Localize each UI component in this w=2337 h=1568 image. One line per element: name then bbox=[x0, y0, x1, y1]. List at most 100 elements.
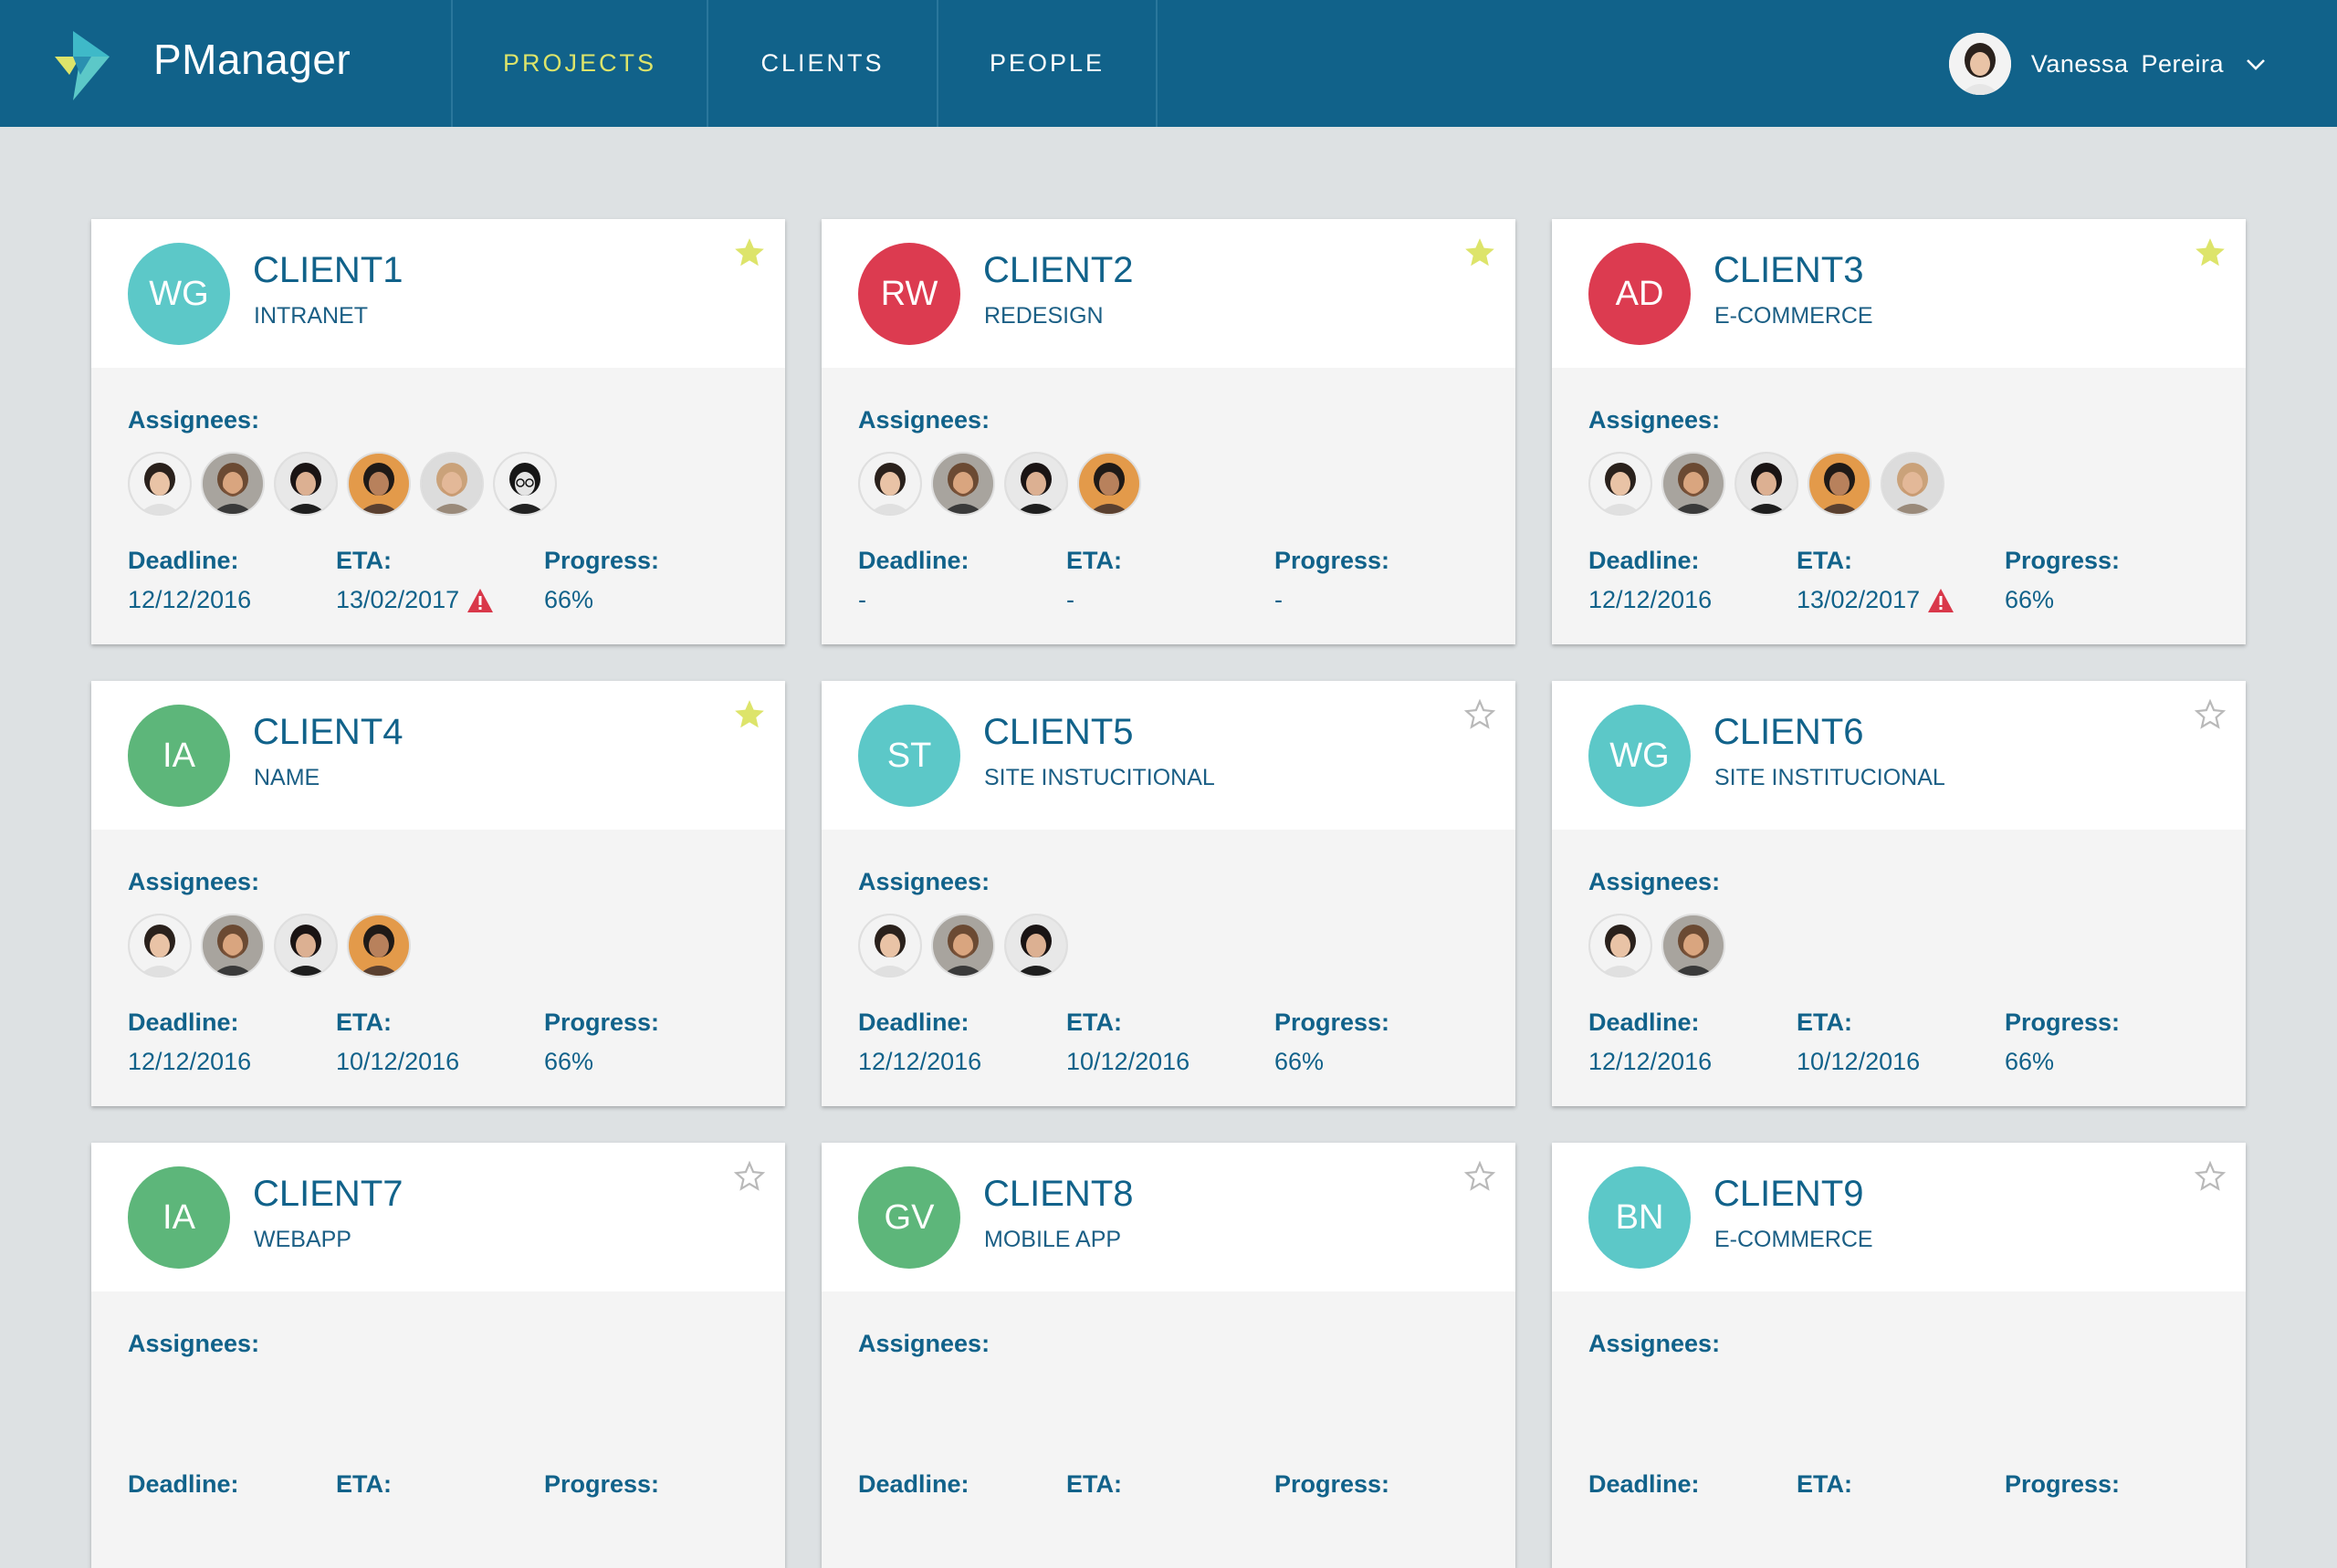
project-card[interactable]: IA CLIENT7 WEBAPP Assignees: Deadline: ETA: Pr… bbox=[91, 1143, 785, 1568]
progress-block: Progress: 66% bbox=[2005, 547, 2120, 614]
star-filled-icon[interactable] bbox=[732, 697, 767, 732]
progress-block: Progress: bbox=[1274, 1470, 1389, 1510]
assignee-avatar[interactable] bbox=[420, 452, 484, 516]
star-filled-icon[interactable] bbox=[2193, 235, 2227, 270]
project-card[interactable]: WG CLIENT6 SITE INSTITUCIONAL Assignees: Dea… bbox=[1552, 681, 2246, 1106]
project-card[interactable]: RW CLIENT2 REDESIGN Assignees: Deadline: - ETA… bbox=[822, 219, 1515, 644]
card-header: ST CLIENT5 SITE INSTUCITIONAL bbox=[822, 681, 1515, 830]
deadline-value: 12/12/2016 bbox=[858, 1048, 982, 1075]
star-outline-icon[interactable] bbox=[2193, 697, 2227, 732]
client-name[interactable]: CLIENT8 bbox=[983, 1174, 1134, 1215]
assignee-avatar[interactable] bbox=[1588, 452, 1652, 516]
client-avatar: IA bbox=[128, 705, 230, 807]
user-avatar[interactable] bbox=[1948, 33, 2011, 95]
assignee-avatar[interactable] bbox=[931, 914, 995, 977]
star-outline-icon[interactable] bbox=[1462, 697, 1497, 732]
eta-block: ETA: 13/02/2017 bbox=[1797, 547, 1954, 614]
progress-label: Progress: bbox=[544, 1470, 660, 1498]
nav-tab-clients[interactable]: CLIENTS bbox=[708, 0, 937, 127]
user-name: Vanessa Pereira bbox=[2030, 49, 2224, 78]
client-name[interactable]: CLIENT2 bbox=[983, 250, 1134, 291]
eta-block: ETA: 10/12/2016 bbox=[1066, 1009, 1189, 1076]
progress-label: Progress: bbox=[1274, 1009, 1390, 1036]
assignee-avatar[interactable] bbox=[1661, 452, 1725, 516]
eta-value: 10/12/2016 bbox=[336, 1048, 460, 1075]
assignee-avatar[interactable] bbox=[1004, 452, 1068, 516]
assignee-avatar[interactable] bbox=[1881, 452, 1944, 516]
assignee-avatar[interactable] bbox=[274, 452, 338, 516]
nav-tab-people[interactable]: PEOPLE bbox=[938, 0, 1156, 127]
deadline-label: Deadline: bbox=[858, 1470, 969, 1498]
eta-block: ETA: bbox=[336, 1470, 392, 1510]
client-name[interactable]: CLIENT9 bbox=[1713, 1174, 1864, 1215]
deadline-label: Deadline: bbox=[1588, 1009, 1700, 1036]
project-name: WEBAPP bbox=[254, 1227, 351, 1252]
star-outline-icon[interactable] bbox=[2193, 1159, 2227, 1194]
project-card[interactable]: ST CLIENT5 SITE INSTUCITIONAL Assignees: Dea… bbox=[822, 681, 1515, 1106]
project-name: E-COMMERCE bbox=[1714, 303, 1873, 329]
nav-tab-projects[interactable]: PROJECTS bbox=[453, 0, 707, 127]
client-avatar: GV bbox=[858, 1166, 960, 1269]
user-menu[interactable]: Vanessa Pereira bbox=[1948, 33, 2268, 95]
card-header: IA CLIENT4 NAME bbox=[91, 681, 785, 830]
client-avatar: IA bbox=[128, 1166, 230, 1269]
assignees-label: Assignees: bbox=[858, 1330, 990, 1357]
assignee-avatar[interactable] bbox=[274, 914, 338, 977]
client-name[interactable]: CLIENT1 bbox=[253, 250, 403, 291]
assignee-avatar[interactable] bbox=[931, 452, 995, 516]
assignees-label: Assignees: bbox=[1588, 868, 1721, 895]
progress-label: Progress: bbox=[1274, 1470, 1390, 1498]
assignee-avatar[interactable] bbox=[1004, 914, 1068, 977]
assignee-avatar[interactable] bbox=[128, 914, 192, 977]
project-name: E-COMMERCE bbox=[1714, 1227, 1873, 1252]
assignee-avatar[interactable] bbox=[201, 452, 265, 516]
eta-label: ETA: bbox=[336, 1009, 392, 1036]
assignee-avatar[interactable] bbox=[347, 914, 411, 977]
eta-label: ETA: bbox=[336, 1470, 392, 1498]
chevron-down-icon[interactable] bbox=[2244, 52, 2268, 76]
star-filled-icon[interactable] bbox=[732, 235, 767, 270]
assignee-avatar[interactable] bbox=[858, 914, 922, 977]
assignee-avatar[interactable] bbox=[1588, 914, 1652, 977]
project-card[interactable]: IA CLIENT4 NAME Assignees: Deadline: 12/12/20… bbox=[91, 681, 785, 1106]
assignee-avatar[interactable] bbox=[1808, 452, 1871, 516]
client-name[interactable]: CLIENT4 bbox=[253, 712, 403, 753]
assignee-avatar[interactable] bbox=[201, 914, 265, 977]
project-card[interactable]: WG CLIENT1 INTRANET Assignees: Deadline: 12/1… bbox=[91, 219, 785, 644]
assignee-avatar[interactable] bbox=[1661, 914, 1725, 977]
deadline-label: Deadline: bbox=[128, 1009, 239, 1036]
client-name[interactable]: CLIENT5 bbox=[983, 712, 1134, 753]
assignee-avatar[interactable] bbox=[1077, 452, 1141, 516]
project-card[interactable]: GV CLIENT8 MOBILE APP Assignees: Deadline: ET… bbox=[822, 1143, 1515, 1568]
progress-label: Progress: bbox=[2005, 547, 2121, 574]
progress-label: Progress: bbox=[2005, 1470, 2121, 1498]
brand-name[interactable]: PManager bbox=[153, 35, 351, 84]
assignee-avatar[interactable] bbox=[128, 452, 192, 516]
card-header: GV CLIENT8 MOBILE APP bbox=[822, 1143, 1515, 1291]
progress-block: Progress: - bbox=[1274, 547, 1389, 614]
client-name[interactable]: CLIENT7 bbox=[253, 1174, 403, 1215]
star-outline-icon[interactable] bbox=[732, 1159, 767, 1194]
project-card[interactable]: AD CLIENT3 E-COMMERCE Assignees: Deadline: 12… bbox=[1552, 219, 2246, 644]
logo-icon[interactable] bbox=[53, 29, 126, 102]
assignee-avatar[interactable] bbox=[1734, 452, 1798, 516]
assignee-avatar[interactable] bbox=[858, 452, 922, 516]
client-name[interactable]: CLIENT3 bbox=[1713, 250, 1864, 291]
client-avatar: BN bbox=[1588, 1166, 1691, 1269]
deadline-label: Deadline: bbox=[128, 547, 239, 574]
card-header: IA CLIENT7 WEBAPP bbox=[91, 1143, 785, 1291]
project-name: INTRANET bbox=[254, 303, 368, 329]
eta-label: ETA: bbox=[1797, 1009, 1852, 1036]
deadline-label: Deadline: bbox=[858, 1009, 969, 1036]
project-card[interactable]: BN CLIENT9 E-COMMERCE Assignees: Deadline: ET… bbox=[1552, 1143, 2246, 1568]
client-name[interactable]: CLIENT6 bbox=[1713, 712, 1864, 753]
assignee-list bbox=[858, 452, 1141, 516]
project-name: SITE INSTITUCIONAL bbox=[1714, 765, 1945, 790]
eta-block: ETA: bbox=[1066, 1470, 1122, 1510]
assignee-avatar[interactable] bbox=[493, 452, 557, 516]
star-outline-icon[interactable] bbox=[1462, 1159, 1497, 1194]
assignees-label: Assignees: bbox=[1588, 406, 1721, 434]
assignees-label: Assignees: bbox=[128, 1330, 260, 1357]
assignee-avatar[interactable] bbox=[347, 452, 411, 516]
star-filled-icon[interactable] bbox=[1462, 235, 1497, 270]
